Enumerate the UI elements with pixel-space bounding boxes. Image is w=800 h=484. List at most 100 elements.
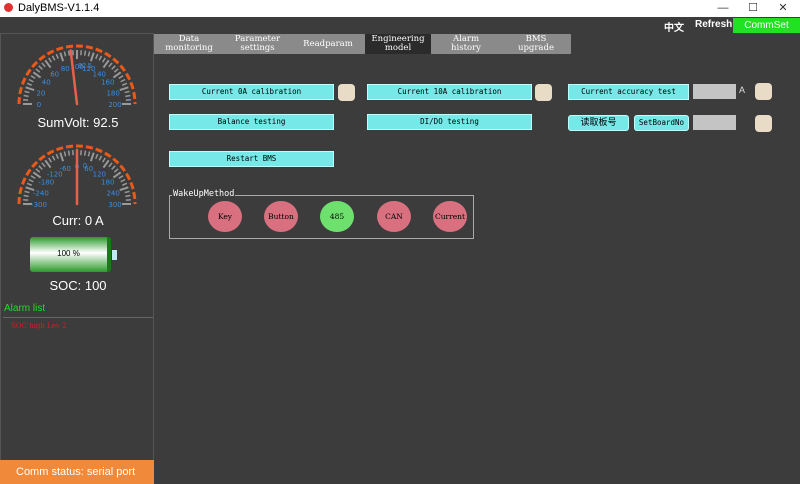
language-button[interactable]: 中文: [664, 19, 684, 34]
gauge-tick-label: -240: [33, 189, 49, 197]
gauge-tick: [113, 68, 119, 73]
gauge-tick: [24, 190, 30, 194]
commset-button[interactable]: CommSet: [733, 18, 800, 33]
gauge-tick: [51, 155, 56, 161]
gauge-tick: [87, 51, 91, 57]
window-title: DalyBMS-V1.1.4: [18, 2, 100, 14]
gauge-tick: [120, 78, 126, 83]
current-accuracy-test-button[interactable]: Current accuracy test: [568, 84, 689, 100]
accuracy-checkbox[interactable]: [755, 83, 772, 100]
di-do-testing-button[interactable]: DI/DO testing: [367, 114, 532, 130]
current-label: Curr: 0 A: [52, 213, 104, 228]
left-panel: 0 20 40 60 80 100 120 140 160 180 200 92.5 SumVolt:…: [0, 33, 154, 484]
current-10a-calibration-button[interactable]: Current 10A calibration: [367, 84, 532, 100]
gauge-tick-label: 120: [93, 170, 106, 178]
gauge-tick-label: 200: [108, 101, 121, 109]
gauge-tick: [108, 62, 113, 68]
tab-alarm-history[interactable]: Alarm history: [431, 34, 501, 54]
gauge-tick: [67, 50, 71, 56]
gauge-tick: [59, 152, 65, 162]
gauge-tick-label: 0: [37, 101, 41, 109]
gauge-tick: [59, 52, 65, 62]
gauge-center-value: 0: [83, 163, 87, 170]
balance-testing-button[interactable]: Balance testing: [169, 114, 334, 130]
gauge-tick: [25, 86, 35, 92]
gauge-tick: [121, 182, 128, 186]
gauge-tick: [35, 68, 41, 73]
gauge-tick: [101, 57, 106, 63]
gauge-tick: [89, 52, 95, 62]
gauge-tick-label: 80: [61, 65, 70, 73]
gauge-tick: [26, 82, 33, 86]
cal0-checkbox[interactable]: [338, 84, 355, 101]
battery-text: 100 %: [57, 249, 80, 258]
refresh-button[interactable]: Refresh: [695, 19, 732, 30]
soc-label: SOC: 100: [49, 278, 107, 293]
tab-engineering-model[interactable]: Engineering model: [365, 34, 431, 54]
voltage-gauge: 020406080 10012014016018020092.5: [17, 44, 137, 109]
gauge-tick: [102, 159, 110, 169]
tab-bms-upgrade[interactable]: BMS upgrade: [501, 34, 571, 54]
comm-status: Comm status: serial port: [0, 460, 154, 484]
gauge-tick: [124, 190, 130, 194]
tab-data-monitoring[interactable]: Data monitoring: [154, 34, 224, 54]
title-bar: DalyBMS-V1.1.4 — ☐ ✕: [0, 0, 800, 17]
gauge-tick: [23, 194, 29, 198]
wakeup-method-title: WakeUpMethod: [172, 189, 236, 199]
gauge-tick: [63, 151, 67, 157]
gauge-tick: [63, 51, 67, 57]
gauge-tick: [30, 175, 36, 180]
restart-bms-button[interactable]: Restart BMS: [169, 151, 334, 167]
cal10-checkbox[interactable]: [535, 84, 552, 101]
gauge-tick-label: 160: [101, 79, 114, 87]
close-button[interactable]: ✕: [768, 0, 798, 17]
read-board-number-button[interactable]: 读取板号: [568, 115, 629, 131]
gauge-tick: [119, 86, 129, 92]
gauge-tick: [118, 175, 124, 180]
gauge-tick: [55, 53, 59, 60]
gauge-tick: [83, 50, 87, 56]
gauge-tick: [121, 82, 128, 86]
gauge-tick: [35, 168, 41, 173]
gauge-tick: [41, 162, 46, 168]
gauge-tick: [67, 150, 71, 156]
gauge-tick: [98, 155, 103, 161]
gauge-tick-label: 300: [108, 201, 121, 209]
gauge-center-value: 92.5: [78, 63, 92, 70]
gauge-tick: [38, 65, 43, 70]
gauge-tick: [24, 90, 30, 94]
gauge-tick-label: 20: [36, 89, 45, 97]
gauge-tick-label: 140: [93, 70, 106, 78]
gauge-tick: [30, 75, 36, 80]
battery-terminal: [112, 250, 117, 260]
current-0a-calibration-button[interactable]: Current 0A calibration: [169, 84, 334, 100]
alarm-list[interactable]: SOC high Lev 2: [3, 317, 153, 462]
gauge-tick: [113, 168, 119, 173]
gauge-tick: [112, 171, 122, 179]
gauge-tick: [38, 165, 43, 170]
gauge-tick: [125, 94, 131, 98]
minimize-button[interactable]: —: [708, 0, 738, 17]
board-number-input[interactable]: [693, 115, 736, 130]
gauge-tick-label: 60: [50, 70, 59, 78]
unit-label: A: [739, 85, 746, 95]
gauge-tick: [101, 157, 106, 163]
gauge-tick: [23, 94, 29, 98]
tab-readparam[interactable]: Readparam: [291, 34, 365, 54]
gauge-tick: [98, 55, 103, 61]
gauge-tick: [28, 178, 34, 183]
gauge-tick: [89, 152, 95, 162]
gauge-tick: [32, 171, 42, 179]
accuracy-input[interactable]: [693, 84, 736, 99]
gauge-tick-label: 240: [106, 189, 119, 197]
gauge-tick: [95, 53, 99, 60]
gauge-tick: [111, 165, 116, 170]
set-board-number-button[interactable]: SetBoardNo: [634, 115, 689, 131]
board-checkbox[interactable]: [755, 115, 772, 132]
tab-parameter-settings[interactable]: Parameter settings: [224, 34, 291, 54]
app-icon: [4, 3, 13, 12]
gauge-tick: [108, 162, 113, 168]
gauge-tick: [51, 55, 56, 61]
maximize-button[interactable]: ☐: [738, 0, 768, 17]
gauge-tick: [102, 59, 110, 69]
